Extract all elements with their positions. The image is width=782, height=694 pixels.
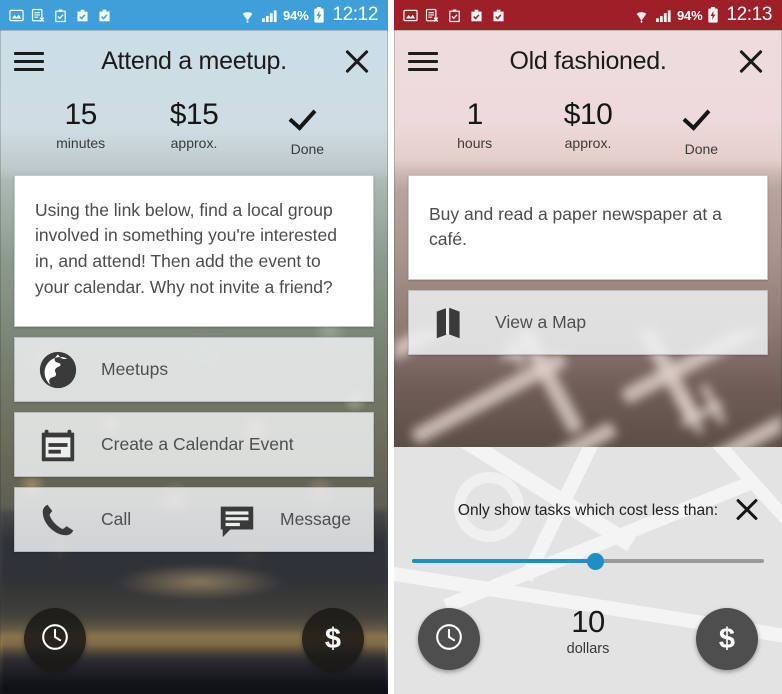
task-description-card: Using the link below, find a local group… bbox=[14, 174, 374, 328]
status-bar-system-icons: 94% 12:12 bbox=[239, 4, 378, 26]
signal-bars-icon bbox=[655, 8, 672, 23]
meta-done[interactable]: Done bbox=[251, 98, 364, 157]
status-bar-clock: 12:13 bbox=[726, 4, 772, 25]
close-icon[interactable] bbox=[734, 44, 768, 78]
title-bar: Old fashioned. bbox=[408, 30, 768, 92]
signal-bars-icon bbox=[261, 8, 278, 23]
title-bar: Attend a meetup. bbox=[14, 30, 374, 92]
action-row-meetups[interactable]: Meetups bbox=[14, 337, 374, 403]
meta-duration: 1 hours bbox=[418, 98, 531, 157]
spreadsheet-error-icon bbox=[425, 8, 440, 23]
battery-percent-label: 94% bbox=[677, 7, 703, 23]
spreadsheet-error-icon bbox=[31, 8, 46, 23]
cost-slider[interactable] bbox=[412, 547, 764, 575]
action-call[interactable]: Call bbox=[15, 488, 194, 551]
dollar-icon: $ bbox=[324, 622, 342, 655]
meta-done[interactable]: Done bbox=[645, 98, 758, 157]
wifi-icon bbox=[239, 8, 256, 23]
status-bar-right: 94% 12:13 bbox=[394, 0, 782, 30]
briefcase-check-icon bbox=[75, 8, 90, 23]
hamburger-menu-icon[interactable] bbox=[408, 44, 442, 78]
meta-done-label: Done bbox=[684, 140, 719, 157]
battery-charging-icon bbox=[313, 7, 325, 23]
meta-duration-value: 15 bbox=[64, 98, 97, 131]
page-title: Attend a meetup. bbox=[101, 46, 287, 75]
globe-icon bbox=[15, 349, 101, 391]
meta-duration: 15 minutes bbox=[24, 98, 137, 157]
dollar-icon: $ bbox=[718, 622, 736, 655]
battery-percent-label: 94% bbox=[283, 7, 309, 23]
image-icon bbox=[9, 8, 24, 23]
task-content-right: Buy and read a paper newspaper at a café… bbox=[394, 174, 782, 356]
task-description-text: Buy and read a paper newspaper at a café… bbox=[429, 203, 722, 250]
meta-cost-label: approx. bbox=[170, 134, 218, 151]
dual-phone-screenshot: 94% 12:12 Attend a meetup. 15 minutes $1… bbox=[0, 0, 782, 694]
checkmark-icon bbox=[686, 98, 716, 130]
clock-icon bbox=[434, 622, 464, 657]
action-label: Call bbox=[101, 509, 132, 530]
sheet-title: Only show tasks which cost less than: bbox=[457, 502, 719, 519]
fab-filter-by-cost[interactable]: $ bbox=[302, 608, 364, 670]
fab-filter-by-time[interactable] bbox=[418, 608, 480, 670]
meta-done-value bbox=[251, 98, 364, 138]
action-label: Meetups bbox=[101, 359, 169, 380]
app-header-right: Old fashioned. 1 hours $10 approx. Done bbox=[394, 30, 782, 175]
clock-icon bbox=[40, 622, 70, 657]
meta-duration-value: 1 bbox=[466, 98, 484, 131]
clipboard-check-icon bbox=[53, 8, 68, 23]
checkmark-icon bbox=[292, 98, 322, 130]
status-bar-notification-icons bbox=[403, 8, 506, 23]
phone-screen-left: 94% 12:12 Attend a meetup. 15 minutes $1… bbox=[0, 0, 388, 694]
hamburger-menu-icon[interactable] bbox=[14, 44, 48, 78]
action-row-create-calendar-event[interactable]: Create a Calendar Event bbox=[14, 412, 374, 478]
status-bar-left: 94% 12:12 bbox=[0, 0, 388, 30]
calendar-icon bbox=[15, 424, 101, 466]
app-header-left: Attend a meetup. 15 minutes $15 approx. … bbox=[0, 30, 388, 175]
meta-done-label: Done bbox=[290, 140, 325, 157]
action-row-view-a-map[interactable]: View a Map bbox=[408, 290, 768, 356]
meta-cost-value: $15 bbox=[169, 98, 219, 131]
wifi-icon bbox=[633, 8, 650, 23]
slider-thumb[interactable] bbox=[587, 553, 605, 570]
fab-filter-by-time[interactable] bbox=[24, 608, 86, 670]
phone-screen-right: 94% 12:13 Old fashioned. 1 hours $10 app… bbox=[394, 0, 782, 694]
sheet-header: Only show tasks which cost less than: bbox=[410, 491, 766, 531]
status-bar-clock: 12:12 bbox=[332, 4, 378, 25]
meta-cost: $10 approx. bbox=[531, 98, 644, 157]
meta-duration-label: minutes bbox=[56, 134, 106, 151]
briefcase-check-icon bbox=[97, 8, 112, 23]
action-label: Message bbox=[280, 509, 352, 530]
action-row-call-message: Call Message bbox=[14, 487, 374, 553]
task-description-card: Buy and read a paper newspaper at a café… bbox=[408, 174, 768, 281]
action-message[interactable]: Message bbox=[194, 488, 373, 551]
image-icon bbox=[403, 8, 418, 23]
phone-icon bbox=[15, 499, 101, 541]
meta-cost-value: $10 bbox=[563, 98, 613, 131]
meta-cost: $15 approx. bbox=[137, 98, 250, 157]
meta-duration-label: hours bbox=[457, 134, 493, 151]
status-bar-system-icons: 94% 12:13 bbox=[633, 4, 772, 26]
task-meta-row: 15 minutes $15 approx. Done bbox=[14, 92, 374, 175]
status-bar-notification-icons bbox=[9, 8, 112, 23]
slider-fill bbox=[412, 559, 596, 563]
meta-done-value bbox=[645, 98, 758, 138]
meta-cost-label: approx. bbox=[564, 134, 612, 151]
briefcase-check-icon bbox=[469, 8, 484, 23]
page-title: Old fashioned. bbox=[509, 46, 667, 75]
task-meta-row: 1 hours $10 approx. Done bbox=[408, 92, 768, 175]
close-icon[interactable] bbox=[732, 495, 762, 525]
task-content-left: Using the link below, find a local group… bbox=[0, 174, 388, 553]
fab-filter-by-cost[interactable]: $ bbox=[696, 608, 758, 670]
action-label: View a Map bbox=[495, 312, 587, 333]
task-description-text: Using the link below, find a local group… bbox=[35, 199, 337, 297]
map-icon bbox=[409, 303, 495, 343]
action-label: Create a Calendar Event bbox=[101, 434, 294, 455]
battery-charging-icon bbox=[707, 7, 719, 23]
message-icon bbox=[194, 499, 280, 541]
clipboard-check-icon bbox=[447, 8, 462, 23]
close-icon[interactable] bbox=[340, 44, 374, 78]
briefcase-check-icon bbox=[491, 8, 506, 23]
